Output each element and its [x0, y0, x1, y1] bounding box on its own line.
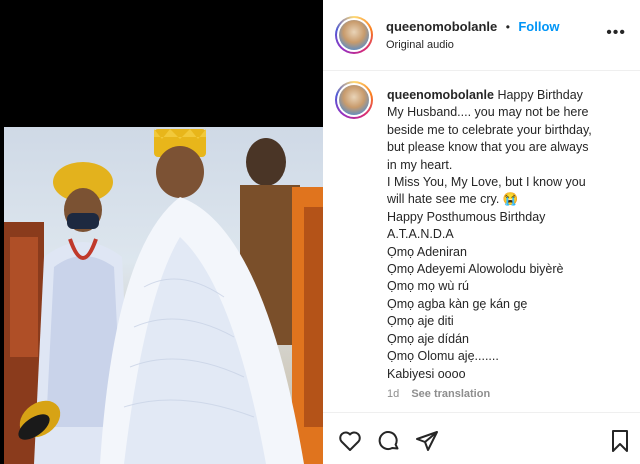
caption-line: beside me to celebrate your birthday, — [387, 122, 592, 137]
post-photo — [4, 127, 323, 464]
instagram-post-window: queenomobolanle • Follow Original audio … — [0, 0, 640, 464]
post-meta: 1d See translation — [387, 388, 490, 400]
action-bar — [323, 412, 640, 464]
caption-username[interactable]: queenomobolanle — [387, 88, 494, 102]
caption-line: will hate see me cry. — [387, 192, 500, 207]
caption-line: Kabiyesi oooo — [387, 366, 466, 381]
caption-line: Happy Posthumous Birthday — [387, 209, 546, 224]
send-icon[interactable] — [415, 429, 439, 453]
post-time[interactable]: 1d — [387, 388, 399, 400]
comment-icon[interactable] — [377, 429, 401, 453]
caption-line: Ọmọ aje diti — [387, 314, 454, 329]
caption-line: Happy Birthday — [497, 88, 583, 102]
caption-line: A.T.A.N.D.A — [387, 227, 454, 242]
caption-line: I Miss You, My Love, but I know you — [387, 175, 586, 190]
bookmark-icon[interactable] — [608, 429, 632, 453]
username-link[interactable]: queenomobolanle — [386, 19, 497, 34]
profile-avatar[interactable] — [335, 16, 373, 54]
separator-dot: • — [505, 20, 510, 34]
follow-button[interactable]: Follow — [518, 19, 559, 34]
post-sidebar: queenomobolanle • Follow Original audio … — [323, 0, 640, 464]
see-translation-link[interactable]: See translation — [411, 388, 490, 400]
heart-icon[interactable] — [338, 429, 362, 453]
post-media[interactable] — [0, 0, 323, 464]
caption-line: My Husband.... you may not be here — [387, 105, 589, 120]
caption-line: Ọmọ Adeyemi Alowolodu biyèrè — [387, 262, 564, 277]
post-caption: queenomobolanle Happy Birthday My Husban… — [387, 87, 631, 383]
crying-face-emoji: 😭 — [502, 192, 519, 207]
caption-line: Ọmọ Olomu ajẹ....... — [387, 349, 499, 364]
caption-avatar[interactable] — [335, 81, 373, 119]
caption-line: Ọmọ agba kàn gẹ kán gẹ — [387, 296, 528, 311]
caption-line: Ọmọ Adeniran — [387, 244, 467, 259]
audio-label[interactable]: Original audio — [386, 39, 454, 51]
post-header: queenomobolanle • Follow Original audio … — [323, 0, 640, 71]
more-options-icon[interactable]: ••• — [606, 24, 626, 42]
caption-line: in my heart. — [387, 157, 453, 172]
caption-line: but please know that you are always — [387, 140, 589, 155]
caption-line: Ọmọ mọ wù rú — [387, 279, 469, 294]
caption-line: Ọmọ aje dídán — [387, 331, 469, 346]
